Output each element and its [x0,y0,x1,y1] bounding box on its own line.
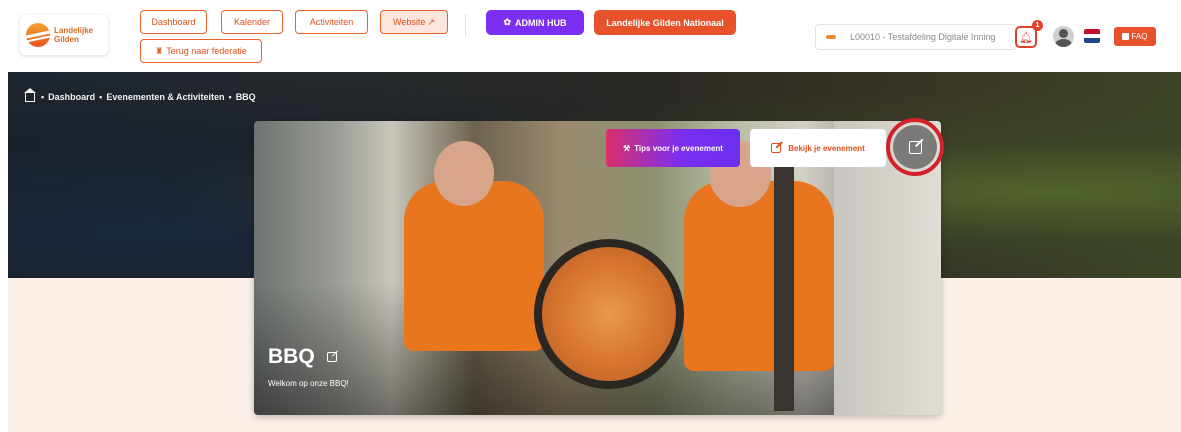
event-subtitle: Welkom op onze BBQ! [268,379,349,388]
home-icon[interactable] [24,87,36,102]
person-left-shape [404,181,544,351]
netherlands-flag-icon[interactable] [1084,29,1100,43]
user-avatar-icon[interactable] [1053,26,1074,47]
national-label: Landelijke Gilden Nationaal [606,17,724,28]
landelijke-gilden-nationaal-button[interactable]: Landelijke Gilden Nationaal [594,10,736,35]
notification-badge: 1 [1032,20,1043,31]
faq-button[interactable]: FAQ [1114,27,1156,46]
faq-label: FAQ [1131,32,1148,41]
breadcrumb-separator: • [228,92,232,102]
faq-book-icon [1122,33,1130,40]
breadcrumb-item-events[interactable]: Evenementen & Activiteiten [106,92,224,102]
nav-website-button[interactable]: Website ↗ [380,10,448,34]
logo-text-line1: Landelijke [54,26,94,35]
nav-dashboard-button[interactable]: Dashboard [140,10,207,34]
back-to-federation-label: Terug naar federatie [166,46,247,56]
apron-strap-shape [774,161,794,411]
back-to-federation-button[interactable]: ♜ Terug naar federatie [140,39,262,63]
landelijke-gilden-logo[interactable]: Landelijke Gilden [20,15,108,55]
person-right-shape [684,181,834,371]
event-title-row: BBQ [268,345,337,369]
paella-food-shape [542,247,676,381]
organization-select-value: L00010 - Testafdeling Digitale Inning [850,32,996,42]
top-navbar: Landelijke Gilden Dashboard Kalender Act… [0,0,1181,72]
nav-activiteiten-button[interactable]: Activiteiten [295,10,368,34]
organization-icon [826,35,836,39]
edit-cover-highlight [886,118,944,176]
gear-icon: ✿ [503,17,512,27]
nav-divider [465,14,466,36]
admin-hub-label: ADMIN HUB [515,17,567,28]
logo-mark-icon [26,23,50,47]
logo-text: Landelijke Gilden [54,26,93,44]
external-link-icon: ↗ [427,16,435,27]
breadcrumb-item-dashboard[interactable]: Dashboard [48,92,95,102]
magic-wand-icon: ⚒ [623,143,631,153]
breadcrumb-item-current: BBQ [235,92,256,102]
view-event-label: Bekijk je evenement [788,143,865,153]
edit-icon [908,140,922,154]
breadcrumb-separator: • [41,92,45,102]
event-tips-label: Tips voor je evenement [634,143,723,153]
nav-website-label: Website [393,17,426,27]
event-title: BBQ [268,345,315,368]
logo-text-line2: Gilden [54,35,79,44]
nav-kalender-label: Kalender [233,17,271,27]
nav-dashboard-label: Dashboard [151,17,196,27]
view-event-button[interactable]: Bekijk je evenement [750,129,886,167]
external-edit-icon [771,143,782,153]
breadcrumb: • Dashboard • Evenementen & Activiteiten… [24,87,256,102]
organization-select[interactable]: L00010 - Testafdeling Digitale Inning [815,24,1017,50]
federation-icon: ♜ [155,45,164,56]
event-tips-button[interactable]: ⚒ Tips voor je evenement [606,129,740,167]
breadcrumb-separator: • [99,92,103,102]
admin-hub-button[interactable]: ✿ ADMIN HUB [486,10,584,35]
nav-activiteiten-label: Activiteiten [309,17,354,27]
person-left-head-shape [434,141,494,206]
edit-title-icon[interactable] [326,352,337,362]
edit-cover-button[interactable] [893,125,937,169]
nav-kalender-button[interactable]: Kalender [221,10,283,34]
